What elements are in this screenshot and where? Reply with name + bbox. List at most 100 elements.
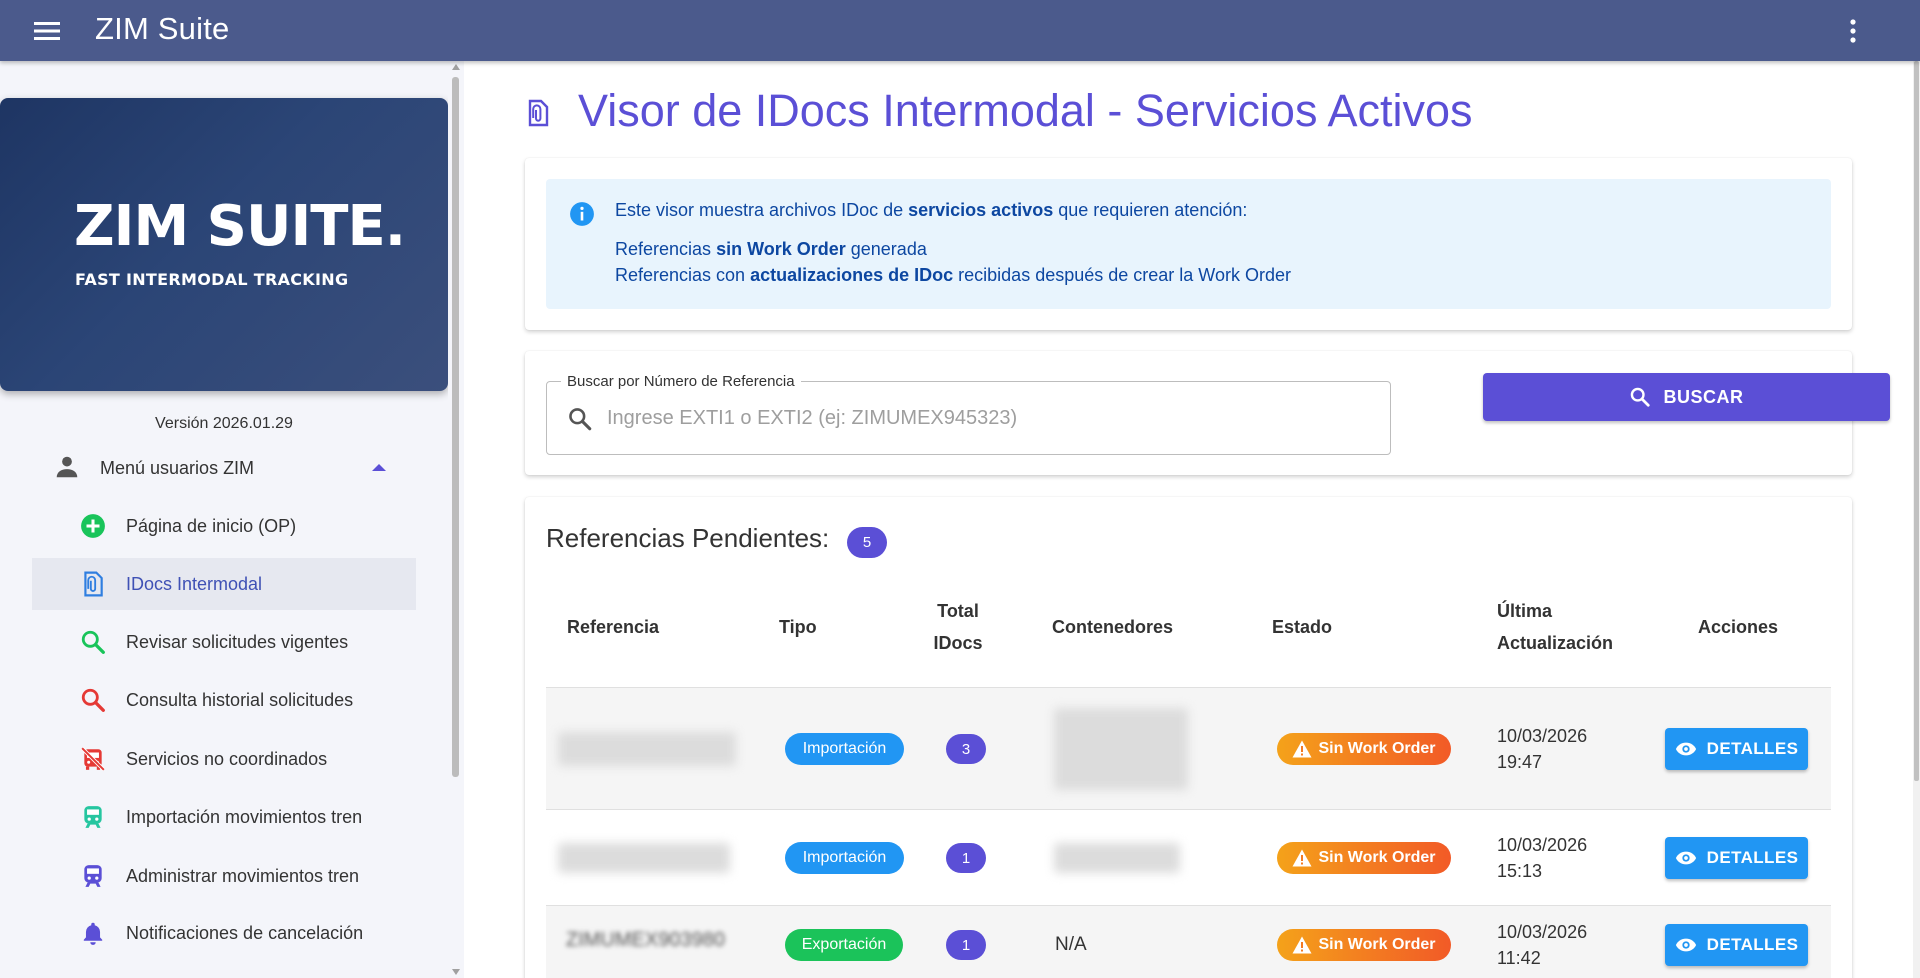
column-header-estado[interactable]: Estado xyxy=(1272,611,1332,643)
column-header-total-idocs[interactable]: Total IDocs xyxy=(923,595,993,659)
tipo-chip: Importación xyxy=(785,733,904,765)
warning-icon xyxy=(1292,740,1312,758)
column-header-contenedores[interactable]: Contenedores xyxy=(1052,611,1173,643)
search-button-label: BUSCAR xyxy=(1663,386,1744,407)
info-line-2: Referencias sin Work Order generada xyxy=(615,239,927,259)
table-row[interactable]: Importación 1 Sin Work Order 10/03/2026 1… xyxy=(546,810,1831,906)
scroll-up-arrow-icon[interactable] xyxy=(452,64,460,70)
document-clip-icon xyxy=(84,571,103,597)
more-options-button[interactable] xyxy=(1836,14,1870,48)
search-icon xyxy=(569,408,592,431)
table-row[interactable]: ZIMUMEX903980 Exportación 1 N/A Sin Work… xyxy=(546,906,1831,978)
bus-off-icon xyxy=(80,746,106,772)
last-update-datetime: 10/03/2026 19:47 xyxy=(1497,726,1588,772)
sidebar-item-idocs-intermodal[interactable]: IDocs Intermodal xyxy=(32,558,416,610)
column-header-acciones[interactable]: Acciones xyxy=(1698,611,1778,643)
eye-icon xyxy=(1675,938,1696,952)
app-title: ZIM Suite xyxy=(95,11,230,46)
brand-logo-text: ZIM SUITE. xyxy=(74,194,406,259)
main-scrollbar[interactable] xyxy=(1913,61,1920,978)
sidebar-item-label: Servicios no coordinados xyxy=(126,748,328,769)
menu-group-label: Menú usuarios ZIM xyxy=(100,457,255,478)
sidebar-item-notificaciones-cancelacion[interactable]: Notificaciones de cancelación xyxy=(32,907,416,959)
scrollbar-thumb[interactable] xyxy=(1914,61,1919,781)
menu-group-usuarios-zim[interactable]: Menú usuarios ZIM xyxy=(32,440,408,496)
warning-icon xyxy=(1292,936,1312,954)
sidebar-item-label: IDocs Intermodal xyxy=(126,573,263,594)
redacted-containers xyxy=(1054,843,1180,873)
brand-tagline: FAST INTERMODAL TRACKING xyxy=(75,270,349,289)
sidebar-item-label: Importación movimientos tren xyxy=(126,806,363,827)
reference-text: ZIMUMEX903980 xyxy=(566,929,725,951)
search-icon xyxy=(81,630,105,654)
info-card: Este visor muestra archivos IDoc de serv… xyxy=(525,158,1852,330)
sidebar-item-importacion-tren[interactable]: Importación movimientos tren xyxy=(32,791,416,843)
reference-search-input[interactable] xyxy=(607,400,1367,436)
eye-icon xyxy=(1675,851,1696,865)
sidebar-item-label: Revisar solicitudes vigentes xyxy=(126,631,349,652)
redacted-reference xyxy=(558,843,730,873)
add-circle-icon xyxy=(81,514,105,538)
pending-references-card: Referencias Pendientes: 5 Referencia Tip… xyxy=(525,497,1852,978)
sidebar-item-label: Página de inicio (OP) xyxy=(126,515,297,536)
hamburger-menu-button[interactable] xyxy=(30,14,64,48)
info-line-1: Este visor muestra archivos IDoc de serv… xyxy=(615,200,1248,220)
column-header-tipo[interactable]: Tipo xyxy=(779,611,817,643)
table-row[interactable]: Importación 3 Sin Work Order 10/03/2026 1… xyxy=(546,688,1831,810)
sidebar-item-revisar-solicitudes[interactable]: Revisar solicitudes vigentes xyxy=(32,616,416,668)
page-title: Visor de IDocs Intermodal - Servicios Ac… xyxy=(578,85,1473,136)
details-button[interactable]: DETALLES xyxy=(1665,728,1808,770)
status-chip: Sin Work Order xyxy=(1277,842,1451,874)
redacted-reference xyxy=(558,732,736,766)
brand-card: ZIM SUITE. FAST INTERMODAL TRACKING xyxy=(0,98,448,391)
sidebar: ZIM SUITE. FAST INTERMODAL TRACKING Vers… xyxy=(0,61,448,978)
details-button[interactable]: DETALLES xyxy=(1665,924,1808,966)
scrollbar-thumb[interactable] xyxy=(452,77,459,777)
sidebar-item-label: Consulta historial solicitudes xyxy=(126,689,354,710)
sidebar-scrollbar[interactable] xyxy=(448,61,464,978)
total-idocs-badge: 1 xyxy=(946,843,986,873)
sidebar-item-servicios-no-coordinados[interactable]: Servicios no coordinados xyxy=(32,733,416,785)
redacted-containers xyxy=(1054,708,1188,790)
more-vert-icon xyxy=(1850,19,1856,43)
document-clip-icon xyxy=(528,99,549,127)
main-content: Visor de IDocs Intermodal - Servicios Ac… xyxy=(464,61,1913,978)
tipo-chip: Importación xyxy=(785,842,904,874)
sidebar-item-label: Administrar movimientos tren xyxy=(126,865,360,886)
total-idocs-badge: 3 xyxy=(946,734,986,764)
reference-search-field[interactable]: Buscar por Número de Referencia xyxy=(546,373,1391,455)
train-icon xyxy=(84,806,102,828)
search-field-legend: Buscar por Número de Referencia xyxy=(561,373,801,390)
search-icon xyxy=(81,688,105,712)
column-header-referencia[interactable]: Referencia xyxy=(567,611,659,643)
menu-icon xyxy=(34,22,60,40)
status-chip: Sin Work Order xyxy=(1277,929,1451,961)
info-icon xyxy=(570,202,594,226)
bell-icon xyxy=(83,922,103,945)
sidebar-item-administrar-tren[interactable]: Administrar movimientos tren xyxy=(32,850,416,902)
details-button[interactable]: DETALLES xyxy=(1665,837,1808,879)
warning-icon xyxy=(1292,849,1312,867)
sidebar-item-pagina-inicio[interactable]: Página de inicio (OP) xyxy=(32,500,416,552)
sidebar-item-label: Notificaciones de cancelación xyxy=(126,922,364,943)
total-idocs-badge: 1 xyxy=(946,930,986,960)
eye-icon xyxy=(1675,742,1696,756)
search-card: Buscar por Número de Referencia BUSCAR xyxy=(525,351,1890,475)
pending-count-badge: 5 xyxy=(847,527,887,558)
last-update-datetime: 10/03/2026 15:13 xyxy=(1497,835,1588,881)
app-bar: ZIM Suite xyxy=(0,0,1920,61)
tipo-chip: Exportación xyxy=(785,929,903,961)
sidebar-item-consulta-historial[interactable]: Consulta historial solicitudes xyxy=(32,674,416,726)
search-button[interactable]: BUSCAR xyxy=(1483,373,1890,421)
info-line-3: Referencias con actualizaciones de IDoc … xyxy=(615,265,1291,285)
status-chip: Sin Work Order xyxy=(1277,733,1451,765)
chevron-up-icon xyxy=(372,464,386,471)
version-label: Versión 2026.01.29 xyxy=(155,415,293,432)
person-icon xyxy=(56,456,78,478)
column-header-ultima-actualizacion[interactable]: Última Actualización xyxy=(1497,595,1613,659)
table-title: Referencias Pendientes: xyxy=(546,523,830,553)
info-alert: Este visor muestra archivos IDoc de serv… xyxy=(546,179,1831,309)
scroll-down-arrow-icon[interactable] xyxy=(452,969,460,975)
containers-value: N/A xyxy=(1055,934,1087,955)
search-icon xyxy=(1631,387,1651,407)
